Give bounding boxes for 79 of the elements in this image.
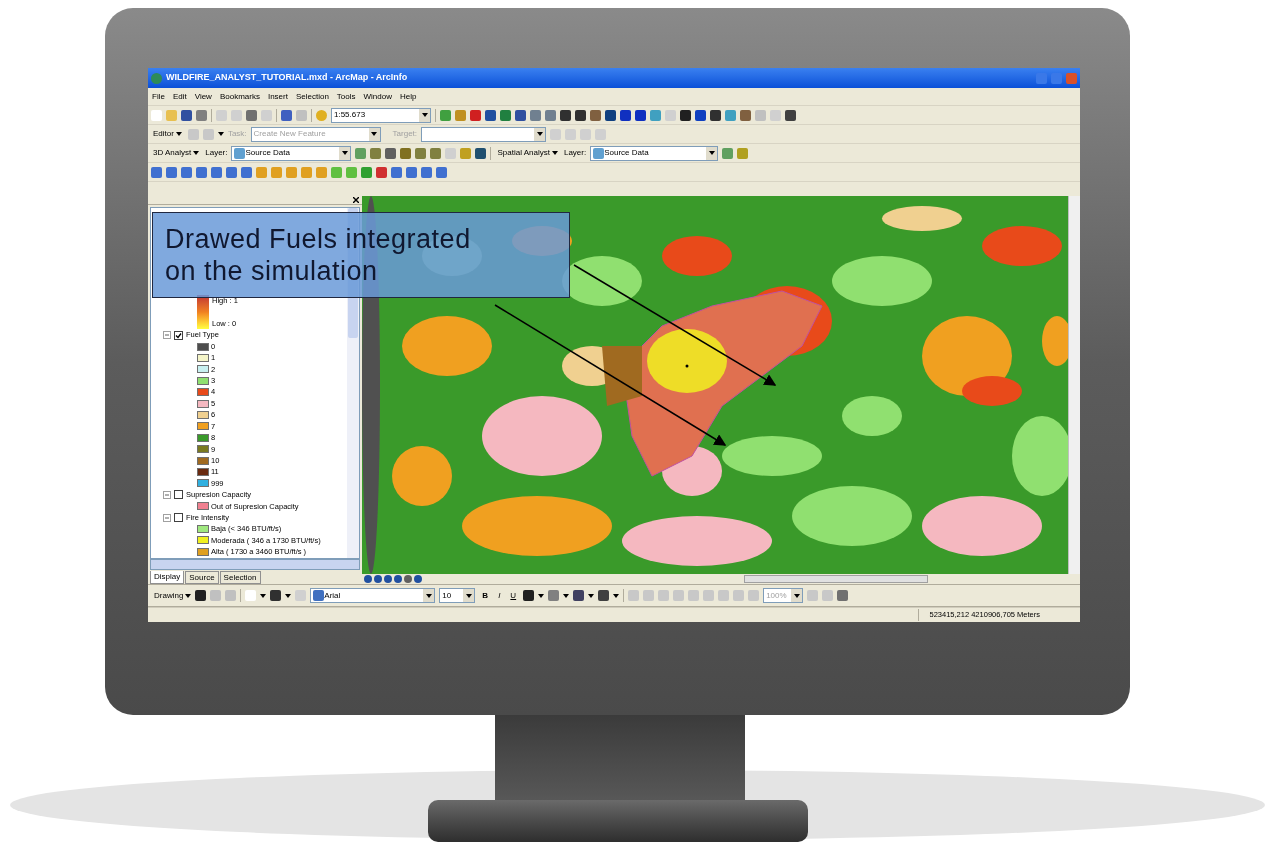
menu-item[interactable]: Help <box>399 90 418 103</box>
tab[interactable]: Source <box>185 571 219 584</box>
layer-label: Layer: <box>563 147 587 159</box>
callout-text: Drawed Fuels integrated <box>165 223 472 255</box>
caret-icon <box>175 132 182 136</box>
caret-icon <box>185 593 192 598</box>
caret-icon <box>538 593 545 598</box>
checkbox[interactable] <box>174 490 183 500</box>
underline-button[interactable]: U <box>507 589 520 602</box>
window-title: WILDFIRE_ANALYST_TUTORIAL.mxd - ArcMap - ArcInfo <box>166 71 409 85</box>
menu-item[interactable]: File <box>151 90 166 103</box>
task-label: Task: <box>227 128 247 140</box>
tool-icon[interactable] <box>710 109 721 121</box>
tool-icon[interactable] <box>605 109 616 121</box>
caret-icon <box>260 593 267 598</box>
dropdown-caret-icon <box>465 593 472 598</box>
checkbox[interactable] <box>174 513 183 523</box>
menu-item[interactable]: Edit <box>171 90 188 103</box>
tab[interactable]: Display <box>150 571 185 584</box>
analyst-menu[interactable]: Spatial Analyst <box>495 147 560 159</box>
vertical-scrollbar[interactable] <box>1068 196 1080 574</box>
italic-button[interactable]: I <box>495 589 504 602</box>
tool-icon[interactable] <box>635 109 646 121</box>
target-label: Target: <box>392 128 418 140</box>
layer-label: Layer: <box>205 147 228 159</box>
layer-icon[interactable] <box>234 147 246 159</box>
bold-button[interactable]: B <box>479 589 492 602</box>
dropdown-caret-icon <box>708 151 715 155</box>
menu-item[interactable]: Window <box>362 90 393 103</box>
caret-icon <box>588 593 595 598</box>
font-size-field[interactable]: 10 <box>439 588 476 603</box>
dropdown-caret-icon <box>371 132 378 136</box>
collapse-toggle-icon[interactable] <box>163 490 171 499</box>
menu-item[interactable]: Selection <box>294 90 330 103</box>
tool-icon[interactable] <box>575 109 586 121</box>
dropdown-caret-icon <box>536 132 543 136</box>
dropdown-caret-icon <box>793 593 800 598</box>
tool-icon[interactable] <box>523 590 535 601</box>
menu-item[interactable]: Insert <box>266 90 289 103</box>
tool-icon[interactable] <box>620 109 631 121</box>
tool-icon[interactable] <box>573 590 585 601</box>
font-field[interactable]: Arial <box>310 588 436 603</box>
scale-field[interactable]: 1:55.673 <box>331 107 431 123</box>
caret-icon <box>613 593 620 598</box>
analyst-menu[interactable]: 3D Analyst <box>151 147 202 159</box>
checkbox[interactable] <box>174 330 183 340</box>
tool-icon[interactable] <box>181 109 192 121</box>
tab[interactable]: Selection <box>219 571 261 584</box>
collapse-toggle-icon[interactable] <box>163 513 171 522</box>
dropdown-caret-icon <box>421 113 428 117</box>
collapse-toggle-icon[interactable] <box>163 331 171 340</box>
horizontal-scrollbar[interactable] <box>744 575 928 583</box>
menu-item[interactable]: View <box>193 90 213 103</box>
tool-icon[interactable] <box>785 109 796 121</box>
tool-icon[interactable] <box>598 590 610 601</box>
dropdown-caret-icon <box>342 151 348 155</box>
layer-field[interactable]: Source Data <box>231 145 352 161</box>
menu-item[interactable]: Bookmarks <box>218 90 261 103</box>
tool-icon[interactable] <box>195 590 207 601</box>
caret-icon <box>285 593 292 598</box>
caret-icon <box>193 151 200 155</box>
layer-field[interactable]: Source Data <box>590 145 719 161</box>
tool-icon[interactable] <box>680 109 691 121</box>
layer-icon[interactable] <box>593 147 605 159</box>
caret-icon <box>551 151 558 155</box>
target-field[interactable] <box>421 126 547 142</box>
drawing-menu[interactable]: Drawing <box>154 589 192 602</box>
tool-icon[interactable] <box>560 109 571 121</box>
close-icon[interactable] <box>353 197 359 204</box>
tool-icon[interactable] <box>695 109 706 121</box>
tool-icon[interactable] <box>515 109 526 121</box>
menu-item[interactable]: Tools <box>335 90 357 103</box>
tool-icon[interactable] <box>485 109 496 121</box>
tool-icon[interactable] <box>475 147 487 159</box>
callout-text: on the simulation <box>165 255 379 287</box>
dropdown-caret-icon <box>425 593 432 598</box>
caret-icon <box>563 593 570 598</box>
horizontal-scrollbar[interactable] <box>150 558 360 570</box>
caret-icon <box>217 132 224 136</box>
